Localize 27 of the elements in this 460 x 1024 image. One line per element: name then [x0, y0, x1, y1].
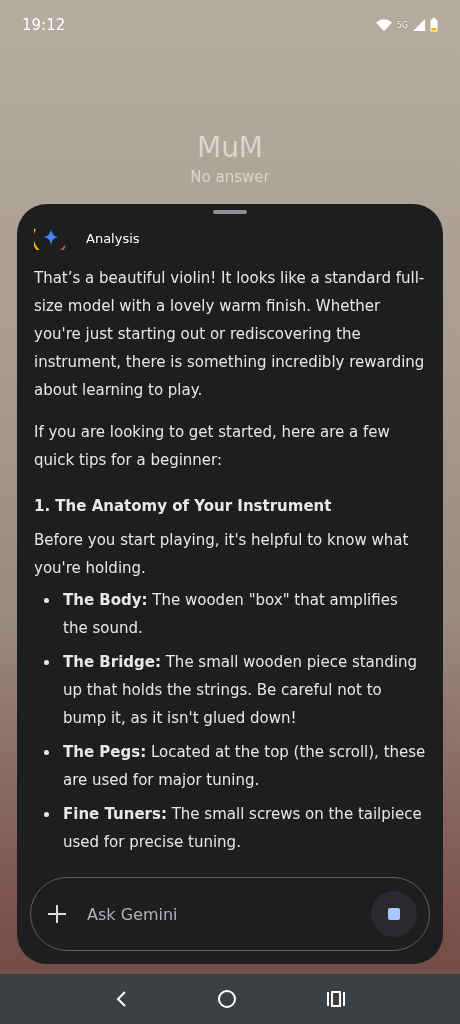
bullet-icon	[44, 750, 49, 755]
section-heading: 1. The Anatomy of Your Instrument	[34, 496, 333, 517]
home-icon[interactable]	[218, 990, 236, 1008]
bullet-icon	[44, 812, 49, 817]
bullet-icon	[44, 598, 49, 603]
stop-button[interactable]	[371, 891, 417, 937]
response-paragraph: Before you start playing, it's helpful to know what you're holding.	[34, 530, 410, 579]
wifi-icon	[375, 19, 392, 31]
prompt-field[interactable]: Ask Gemini	[85, 903, 353, 925]
back-icon[interactable]	[115, 991, 128, 1007]
bullet-text: Fine Tuners: The small screws on the tailpiece used for precise tuning.	[63, 804, 423, 853]
bullet-text: The Pegs: Located at the top (the scroll), these are used for major tuning.	[63, 742, 426, 791]
status-time: 19:12	[22, 16, 66, 34]
sparkle-icon	[34, 226, 66, 250]
bullet-text: The Body: The wooden "box" that amplifies the sound.	[63, 590, 399, 639]
recents-icon[interactable]	[326, 991, 345, 1007]
sheet-title: Analysis	[86, 230, 140, 246]
signal-icon	[413, 19, 425, 31]
plus-icon[interactable]	[47, 904, 67, 924]
response-paragraph: That’s a beautiful violin! It looks like a standard full-size model with a lovely warm finish. Whether you're just starting out or rediscovering the instrument, there is something incredibly rewarding about learning to play.	[34, 268, 426, 401]
battery-icon	[430, 18, 438, 32]
bullet-text: The Bridge: The small wooden piece standing up that holds the strings. Be careful not to bump it, as it isn't glued down!	[63, 652, 418, 729]
call-status: No answer	[190, 168, 270, 186]
drag-handle[interactable]	[213, 210, 247, 214]
bullet-icon	[44, 660, 49, 665]
response-paragraph: If you are looking to get started, here are a few quick tips for a beginner:	[34, 422, 391, 471]
network-type: 5G	[396, 20, 408, 30]
